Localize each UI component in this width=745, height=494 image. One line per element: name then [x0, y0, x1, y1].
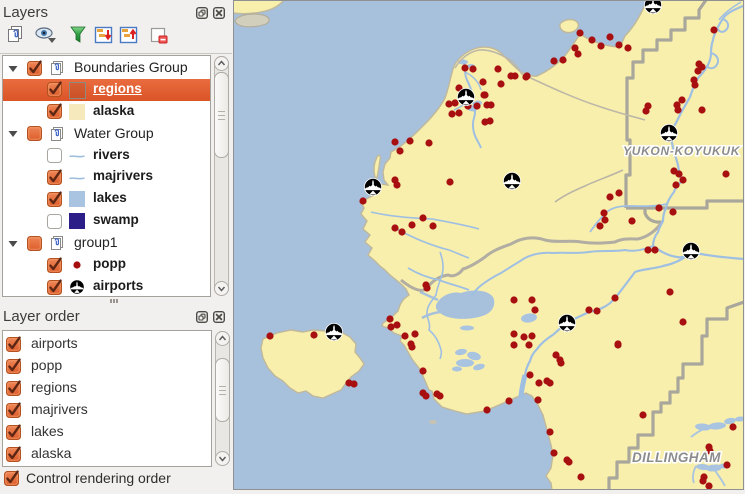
svg-text:DILLINGHAM: DILLINGHAM — [632, 450, 721, 465]
svg-text:YUKON-KOYUKUK: YUKON-KOYUKUK — [623, 144, 741, 158]
